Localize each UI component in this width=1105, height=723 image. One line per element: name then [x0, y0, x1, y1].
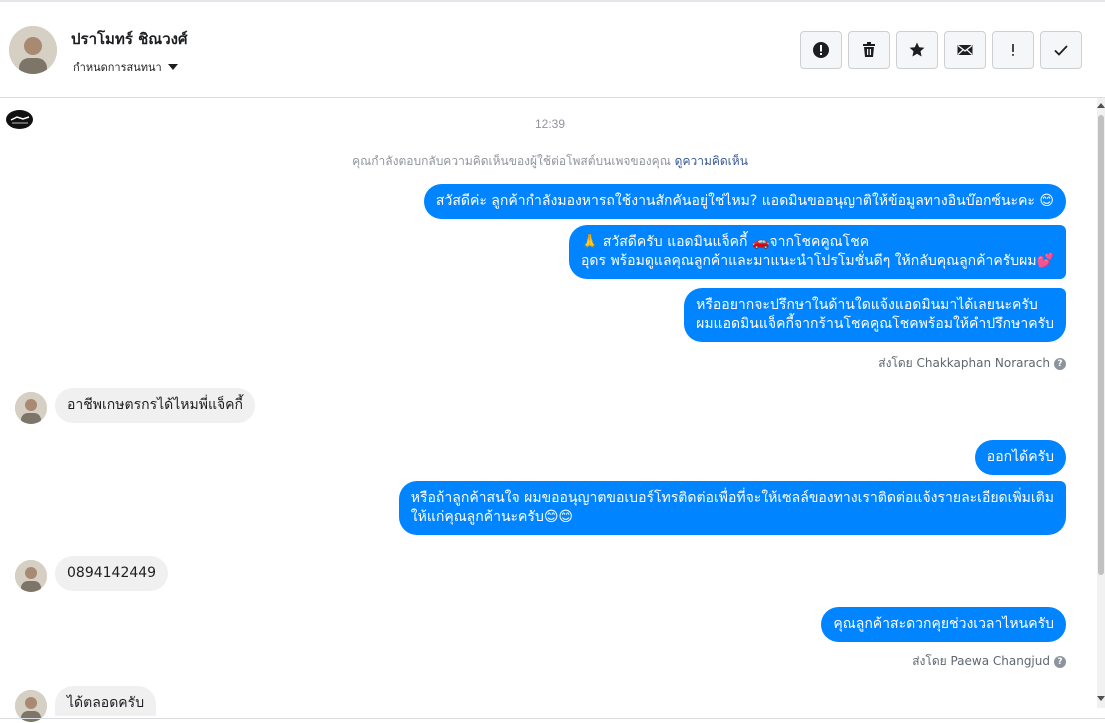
follow-up-button[interactable]	[992, 31, 1034, 69]
help-icon[interactable]: ?	[1054, 357, 1066, 370]
message-text: อุดร พร้อมดูแลคุณลูกค้าและมาแนะนำโปรโมชั…	[580, 253, 1054, 269]
envelope-icon	[957, 44, 973, 55]
caret-down-icon	[167, 64, 178, 70]
sent-by-text: ส่งโดย Chakkaphan Norarach	[878, 356, 1050, 370]
reply-context-note: คุณกำลังตอบกลับความคิดเห็นของผู้ใช้ต่อโพ…	[0, 152, 1100, 171]
message-text: ออกได้ครับ	[986, 449, 1054, 465]
composer-divider	[0, 718, 1105, 719]
message-text: สวัสดีค่ะ ลูกค้ากำลังมองหารถใช้งานสักคัน…	[435, 193, 1054, 209]
scrollbar-thumb[interactable]	[1098, 115, 1104, 575]
assign-label: กำหนดการสนทนา	[73, 61, 162, 74]
trash-icon	[863, 42, 875, 57]
message-text: คุณลูกค้าสะดวกคุยช่วงเวลาไหนครับ	[833, 616, 1054, 632]
message-text: อาชีพเกษตรกรได้ไหมพี่แจ็คกี้	[67, 397, 244, 413]
outgoing-message: คุณลูกค้าสะดวกคุยช่วงเวลาไหนครับ	[821, 607, 1066, 642]
sent-by-text: ส่งโดย Paewa Changjud	[912, 654, 1050, 668]
contact-avatar[interactable]	[9, 26, 57, 74]
incoming-message: 0894142449	[55, 556, 169, 591]
assign-conversation-dropdown[interactable]: กำหนดการสนทนา	[73, 58, 178, 76]
contact-avatar-small[interactable]	[15, 392, 47, 424]
message-text: 0894142449	[67, 565, 157, 581]
conversation-actions	[800, 31, 1082, 69]
mark-unread-button[interactable]	[944, 31, 986, 69]
sent-by-label: ส่งโดย Chakkaphan Norarach ?	[878, 354, 1066, 373]
top-divider	[0, 0, 1105, 2]
star-button[interactable]	[896, 31, 938, 69]
reply-note-text: คุณกำลังตอบกลับความคิดเห็นของผู้ใช้ต่อโพ…	[352, 154, 671, 168]
outgoing-message: สวัสดีค่ะ ลูกค้ากำลังมองหารถใช้งานสักคัน…	[423, 184, 1066, 219]
view-comment-link[interactable]: ดูความคิดเห็น	[675, 154, 748, 168]
scroll-up-arrow-icon[interactable]	[1097, 100, 1105, 110]
incoming-message: อาชีพเกษตรกรได้ไหมพี่แจ็คกี้	[55, 388, 256, 423]
contact-name[interactable]: ปราโมทร์ ชิณวงศ์	[71, 27, 187, 51]
message-text: ได้ตลอดครับ	[67, 695, 145, 711]
mark-spam-button[interactable]	[800, 31, 842, 69]
star-icon	[909, 42, 925, 57]
message-text: หรือถ้าลูกค้าสนใจ ผมขออนุญาตขอเบอร์โทรติ…	[410, 490, 1054, 506]
check-icon	[1054, 45, 1068, 56]
message-text: ผมแอดมินแจ็คกี้จากร้านโชคคูณโชคพร้อมให้ค…	[696, 316, 1054, 332]
message-timestamp: 12:39	[534, 117, 566, 131]
delete-button[interactable]	[848, 31, 890, 69]
outgoing-message: ออกได้ครับ	[974, 440, 1066, 475]
alert-circle-icon	[813, 42, 829, 58]
help-icon[interactable]: ?	[1054, 655, 1066, 668]
sent-by-label: ส่งโดย Paewa Changjud ?	[912, 652, 1066, 671]
message-text: 🙏 สวัสดีครับ แอดมินแจ็คกี้ 🚗จากโชคคูณโชค	[580, 234, 870, 250]
outgoing-message: หรือถ้าลูกค้าสนใจ ผมขออนุญาตขอเบอร์โทรติ…	[398, 481, 1066, 535]
message-text: ให้แก่คุณลูกค้านะครับ😊😊	[410, 509, 574, 525]
message-text: หรืออยากจะปรึกษาในด้านใดแจ้งแอดมินมาได้เ…	[696, 297, 1038, 313]
exclamation-icon	[1012, 44, 1014, 56]
outgoing-message: หรืออยากจะปรึกษาในด้านใดแจ้งแอดมินมาได้เ…	[684, 288, 1066, 342]
conversation-header: ปราโมทร์ ชิณวงศ์ กำหนดการสนทนา	[0, 0, 1105, 98]
mark-done-button[interactable]	[1040, 31, 1082, 69]
incoming-message: ได้ตลอดครับ	[55, 686, 157, 716]
scroll-down-arrow-icon[interactable]	[1097, 694, 1105, 704]
outgoing-message: 🙏 สวัสดีครับ แอดมินแจ็คกี้ 🚗จากโชคคูณโชค…	[568, 225, 1066, 279]
contact-avatar-small[interactable]	[15, 560, 47, 592]
